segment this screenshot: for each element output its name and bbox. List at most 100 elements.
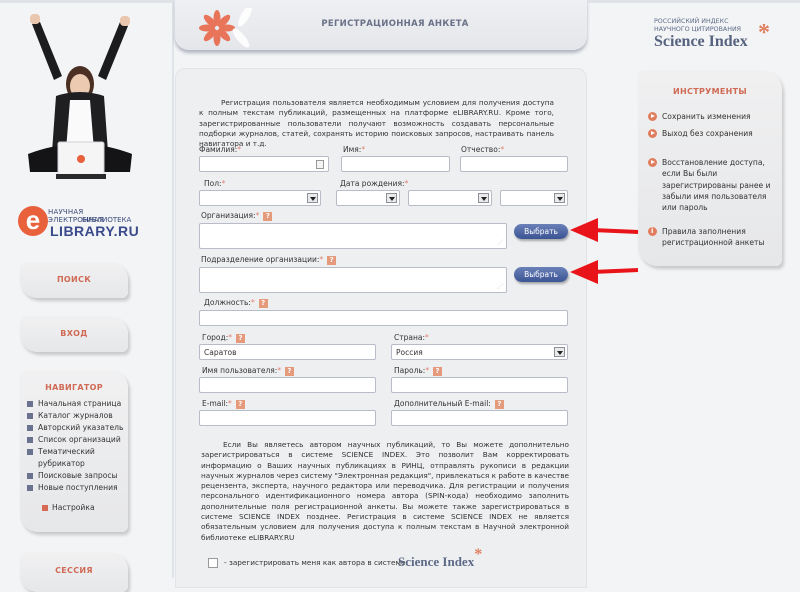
tool-exit-without-saving[interactable]: Выход без сохранения [648,128,776,139]
rinc-line-1: РОССИЙСКИЙ ИНДЕКС [654,18,729,25]
required-mark: * [255,211,260,220]
label-text: Имя пользователя: [202,366,278,375]
label-text: Имя: [343,145,362,154]
tool-save-changes[interactable]: Сохранить изменения [648,111,776,122]
username-input[interactable] [199,377,376,393]
email-input[interactable] [199,410,376,426]
navigator-panel: НАВИГАТОР Начальная страница Каталог жур… [20,370,128,532]
position-label: Должность:*? [204,298,268,308]
nav-item-label: Авторский указатель [38,423,124,432]
help-icon[interactable]: ? [285,366,295,376]
resize-grip-icon[interactable]: ⋰ [497,283,503,290]
birth-year-select[interactable] [500,190,568,206]
play-icon [648,112,657,121]
label-text: E-mail: [202,399,229,408]
label-text: Пол: [204,179,222,188]
annotation-arrow-icon [570,260,639,284]
department-input[interactable]: ⋰ [199,267,507,293]
chevron-down-icon[interactable] [307,193,318,203]
required-mark: * [319,255,324,264]
hero-illustration [28,14,132,179]
help-icon[interactable]: ? [494,399,504,409]
elibrary-e-mark: e [18,206,48,236]
first-name-label: Имя:* [343,145,365,154]
pick-organization-button[interactable]: Выбрать [514,224,568,239]
required-mark: * [425,366,430,375]
science-index-logo-text: Science Index [398,554,475,569]
extra-email-input[interactable] [391,410,568,426]
last-name-label: Фамилия:* [199,145,241,154]
last-name-input[interactable] [199,156,329,172]
password-input[interactable] [391,377,568,393]
pick-department-button[interactable]: Выбрать [514,267,568,282]
nav-item-new[interactable]: Новые поступления [27,482,128,494]
help-icon[interactable]: ? [235,333,245,343]
gender-select[interactable] [199,190,321,206]
patronymic-input[interactable] [460,156,568,172]
help-icon[interactable]: ? [433,366,443,376]
page-header: РЕГИСТРАЦИОННАЯ АНКЕТА [175,0,587,50]
help-icon[interactable]: ? [235,399,245,409]
elibrary-name: LIBRARY.RU [50,223,140,239]
bullet-icon [27,449,33,455]
elibrary-logo[interactable]: e НАУЧНАЯ ЭЛЕКТРОННАЯ БИБЛИОТЕКА LIBRARY… [18,204,139,240]
nav-item-label: Поисковые запросы [38,471,118,480]
bullet-icon [27,437,33,443]
science-index-info: Если Вы являетесь автором научных публик… [201,440,569,542]
search-panel[interactable]: ПОИСК [20,262,128,298]
city-input[interactable]: Саратов [199,344,376,360]
help-icon[interactable]: ? [327,255,337,265]
bullet-icon [27,425,33,431]
required-mark: * [404,179,409,188]
nav-item-label: Начальная страница [38,399,122,408]
required-mark: * [361,145,366,154]
username-label: Имя пользователя:*? [202,366,295,376]
info-icon [648,227,657,236]
bullet-icon [27,401,33,407]
help-icon[interactable]: ? [258,298,268,308]
nav-item-journals[interactable]: Каталог журналов [27,410,128,422]
contact-card-icon[interactable] [316,160,324,169]
register-author-checkbox[interactable] [208,558,218,568]
nav-item-queries[interactable]: Поисковые запросы [27,470,128,482]
nav-item-authors[interactable]: Авторский указатель [27,422,128,434]
country-select[interactable]: Россия [391,344,568,360]
tool-form-rules[interactable]: Правила заполнения регистрационной анкет… [648,226,776,249]
nav-item-settings[interactable]: Настройка [42,503,128,512]
first-name-input[interactable] [341,156,450,172]
navigator-list: Начальная страница Каталог журналов Авто… [20,398,128,494]
extra-email-label: Дополнительный E-mail:? [394,399,504,409]
label-text: Организация: [201,211,256,220]
birth-day-select[interactable] [336,190,400,206]
input-value: Саратов [204,348,237,357]
required-mark: * [228,399,232,408]
asterisk-icon: * [474,546,483,563]
search-panel-title[interactable]: ПОИСК [20,262,128,298]
email-label: E-mail:*? [202,399,245,409]
label-text: Дата рождения: [340,179,405,188]
help-icon[interactable]: ? [263,211,273,221]
organization-input[interactable]: ⋰ [199,223,507,249]
science-index-header-logo[interactable]: РОССИЙСКИЙ ИНДЕКС НАУЧНОГО ЦИТИРОВАНИЯ S… [654,18,770,50]
chevron-down-icon[interactable] [554,193,565,203]
nav-item-home[interactable]: Начальная страница [27,398,128,410]
login-panel[interactable]: ВХОД [20,316,128,352]
nav-item-organizations[interactable]: Список организаций [27,434,128,446]
city-label: Город:*? [202,333,245,343]
annotation-arrow-icon [570,218,639,242]
required-mark: * [277,366,282,375]
tool-label: Сохранить изменения [662,112,751,121]
chevron-down-icon[interactable] [554,347,565,357]
position-input[interactable] [199,310,568,326]
birth-month-select[interactable] [408,190,492,206]
resize-grip-icon[interactable]: ⋰ [497,239,503,246]
tool-restore-access[interactable]: Восстановление доступа, если Вы были зар… [648,157,776,213]
chevron-down-icon[interactable] [386,193,397,203]
login-panel-title[interactable]: ВХОД [20,316,128,352]
page-title: РЕГИСТРАЦИОННАЯ АНКЕТА [321,19,469,29]
required-mark: * [425,333,429,342]
patronymic-label: Отчество:* [461,145,504,154]
chevron-down-icon[interactable] [478,193,489,203]
nav-item-rubricator[interactable]: Тематический рубрикатор [27,446,128,470]
play-icon [648,129,657,138]
